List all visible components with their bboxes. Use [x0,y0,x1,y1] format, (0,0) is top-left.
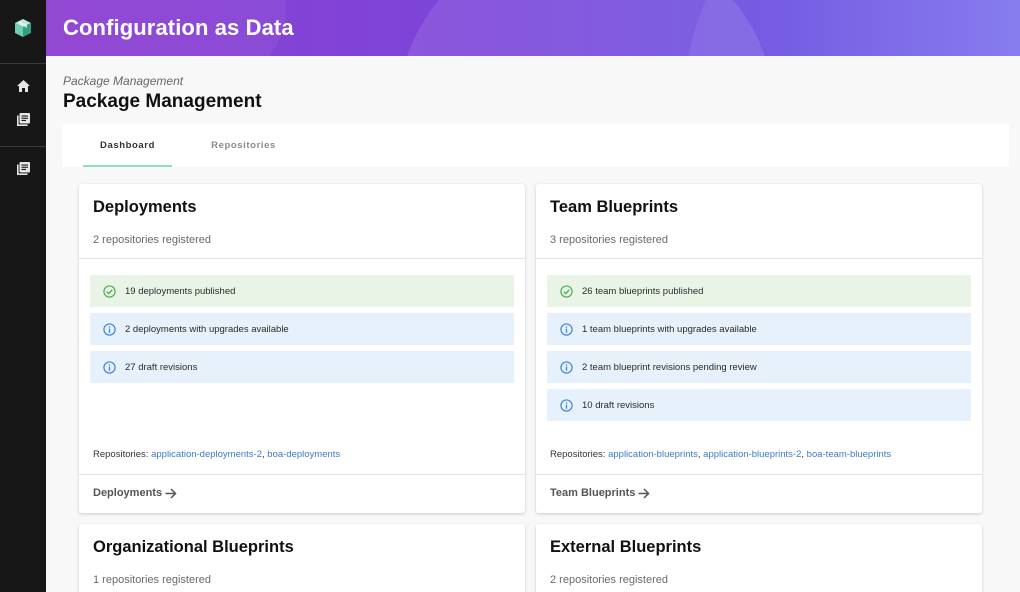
stat-drafts: 10 draft revisions [547,389,971,421]
sidebar-divider [0,146,46,147]
check-circle-icon [559,284,573,298]
repo-link[interactable]: boa-deployments [267,449,340,460]
card-title: External Blueprints [550,538,702,556]
repo-link[interactable]: boa-team-blueprints [807,449,892,460]
app-logo-icon[interactable] [11,16,35,40]
stat-text: 26 team blueprints published [582,285,704,297]
sidebar [0,0,46,592]
sidebar-item-library-2[interactable] [13,158,33,178]
app-header: Configuration as Data [46,0,1020,56]
stat-text: 2 deployments with upgrades available [125,323,289,335]
tab-repositories[interactable]: Repositories [199,124,288,167]
tab-active-indicator [83,165,172,167]
check-circle-icon [102,284,116,298]
card-subtitle: 2 repositories registered [93,234,212,246]
repo-link[interactable]: application-deployments-2 [151,449,262,460]
card-external-blueprints: External Blueprints 2 repositories regis… [536,524,982,592]
card-title: Deployments [93,198,197,216]
library-icon [16,161,30,175]
card-organizational-blueprints: Organizational Blueprints 1 repositories… [79,524,525,592]
stat-text: 1 team blueprints with upgrades availabl… [582,323,757,335]
card-subtitle: 1 repositories registered [93,574,212,586]
deployments-link[interactable]: Deployments [93,487,177,499]
repositories-label: Repositories: [550,449,606,460]
page-title: Package Management [63,91,262,112]
card-team-blueprints: Team Blueprints 3 repositories registere… [536,184,982,513]
home-icon [16,80,30,92]
card-subtitle: 2 repositories registered [550,574,669,586]
team-blueprints-link[interactable]: Team Blueprints [550,487,650,499]
card-divider [536,258,982,259]
sidebar-item-home[interactable] [13,76,33,96]
sidebar-divider [0,63,46,64]
info-icon [559,360,573,374]
library-icon [16,112,30,126]
card-divider [79,474,525,475]
info-icon [102,360,116,374]
stat-published: 26 team blueprints published [547,275,971,307]
stat-pending-review: 2 team blueprint revisions pending revie… [547,351,971,383]
stat-upgrades: 1 team blueprints with upgrades availabl… [547,313,971,345]
repo-link[interactable]: application-blueprints-2 [703,449,801,460]
tab-dashboard[interactable]: Dashboard [83,124,172,167]
arrow-right-icon [638,487,650,499]
breadcrumb: Package Management [63,74,184,88]
card-divider [79,258,525,259]
stat-text: 19 deployments published [125,285,236,297]
stat-drafts: 27 draft revisions [90,351,514,383]
stat-text: 27 draft revisions [125,361,198,373]
arrow-right-icon [165,487,177,499]
card-title: Organizational Blueprints [93,538,294,556]
info-icon [559,322,573,336]
card-title: Team Blueprints [550,198,679,216]
repositories-line: Repositories: application-blueprints, ap… [550,449,892,460]
repo-link[interactable]: application-blueprints [608,449,698,460]
app-title: Configuration as Data [63,15,294,40]
tab-label: Dashboard [99,140,156,151]
tab-bar: Dashboard Repositories [62,124,1009,167]
stat-upgrades: 2 deployments with upgrades available [90,313,514,345]
footer-link-label: Deployments [93,487,163,499]
info-icon [559,398,573,412]
stat-text: 2 team blueprint revisions pending revie… [582,361,757,373]
stat-text: 10 draft revisions [582,399,655,411]
info-icon [102,322,116,336]
repositories-label: Repositories: [93,449,149,460]
footer-link-label: Team Blueprints [550,487,636,499]
tab-label: Repositories [211,140,276,151]
sidebar-item-library[interactable] [13,109,33,129]
card-divider [536,474,982,475]
card-deployments: Deployments 2 repositories registered 19… [79,184,525,513]
repositories-line: Repositories: application-deployments-2,… [93,449,341,460]
stat-published: 19 deployments published [90,275,514,307]
header-decoration [686,0,1020,56]
card-subtitle: 3 repositories registered [550,234,669,246]
